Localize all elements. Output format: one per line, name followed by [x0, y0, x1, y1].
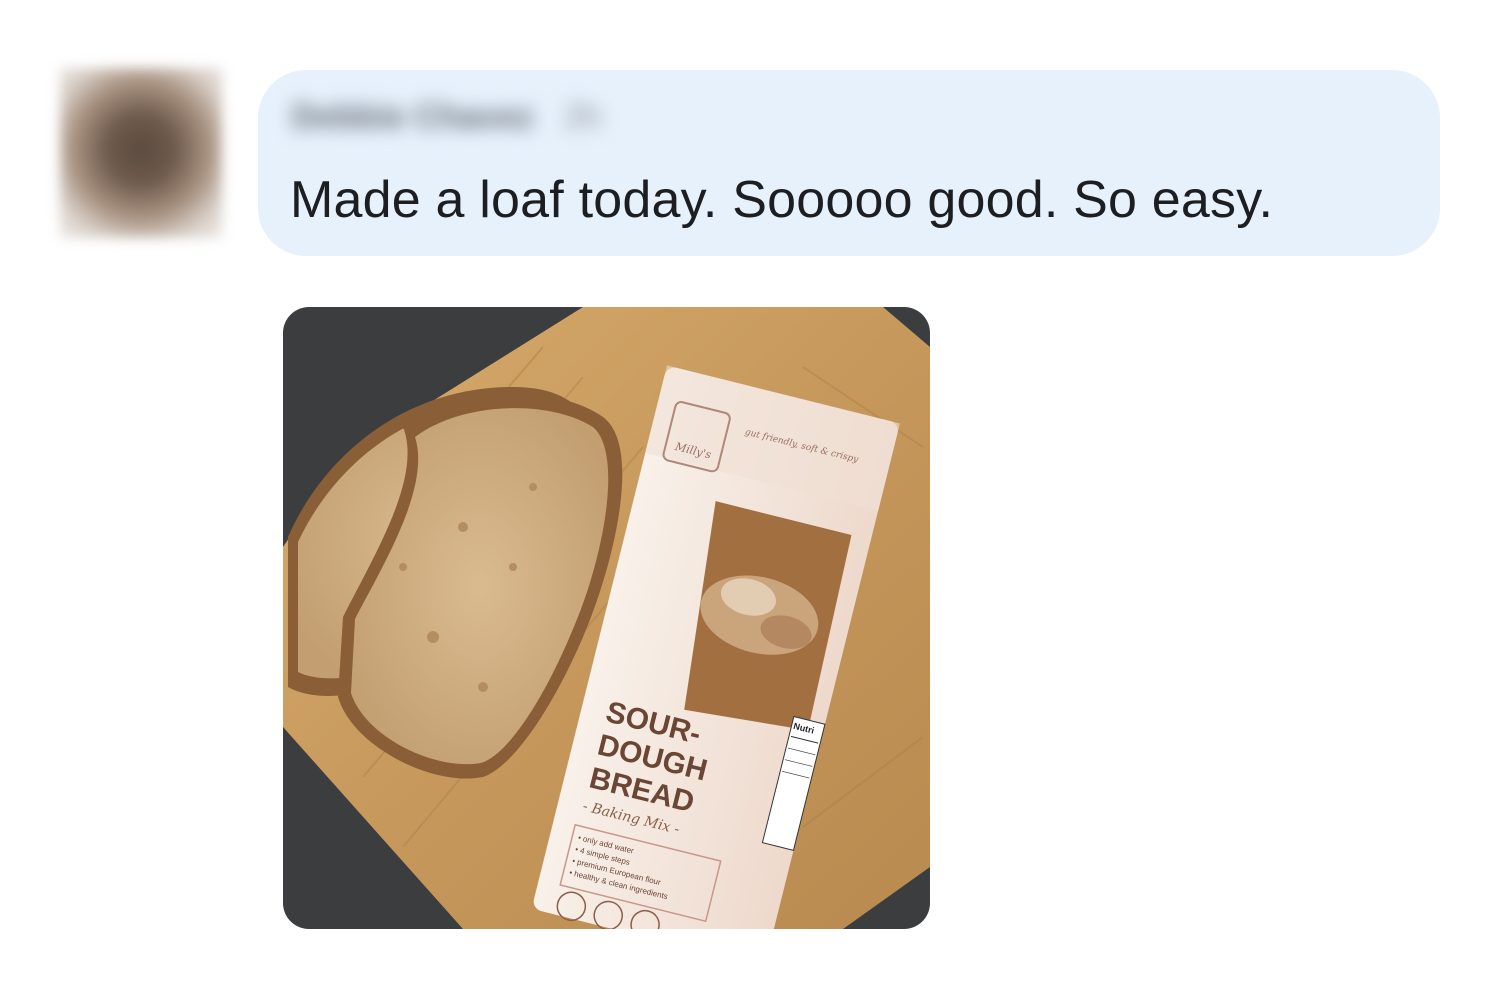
comment-author[interactable]: Debbie Chavez 2h — [292, 98, 602, 137]
comment-bubble: Debbie Chavez 2h Made a loaf today. Soooo… — [258, 70, 1440, 256]
comment-time[interactable]: 2h — [564, 98, 602, 136]
author-name[interactable]: Debbie Chavez — [292, 98, 534, 136]
comment-thread: Debbie Chavez 2h Made a loaf today. Soooo… — [0, 0, 1500, 1000]
comment-text: Made a loaf today. Sooooo good. So easy. — [290, 171, 1274, 229]
avatar[interactable] — [60, 68, 222, 238]
comment-photo[interactable]: Milly's gut friendly, soft & crispy SOUR… — [283, 307, 930, 929]
